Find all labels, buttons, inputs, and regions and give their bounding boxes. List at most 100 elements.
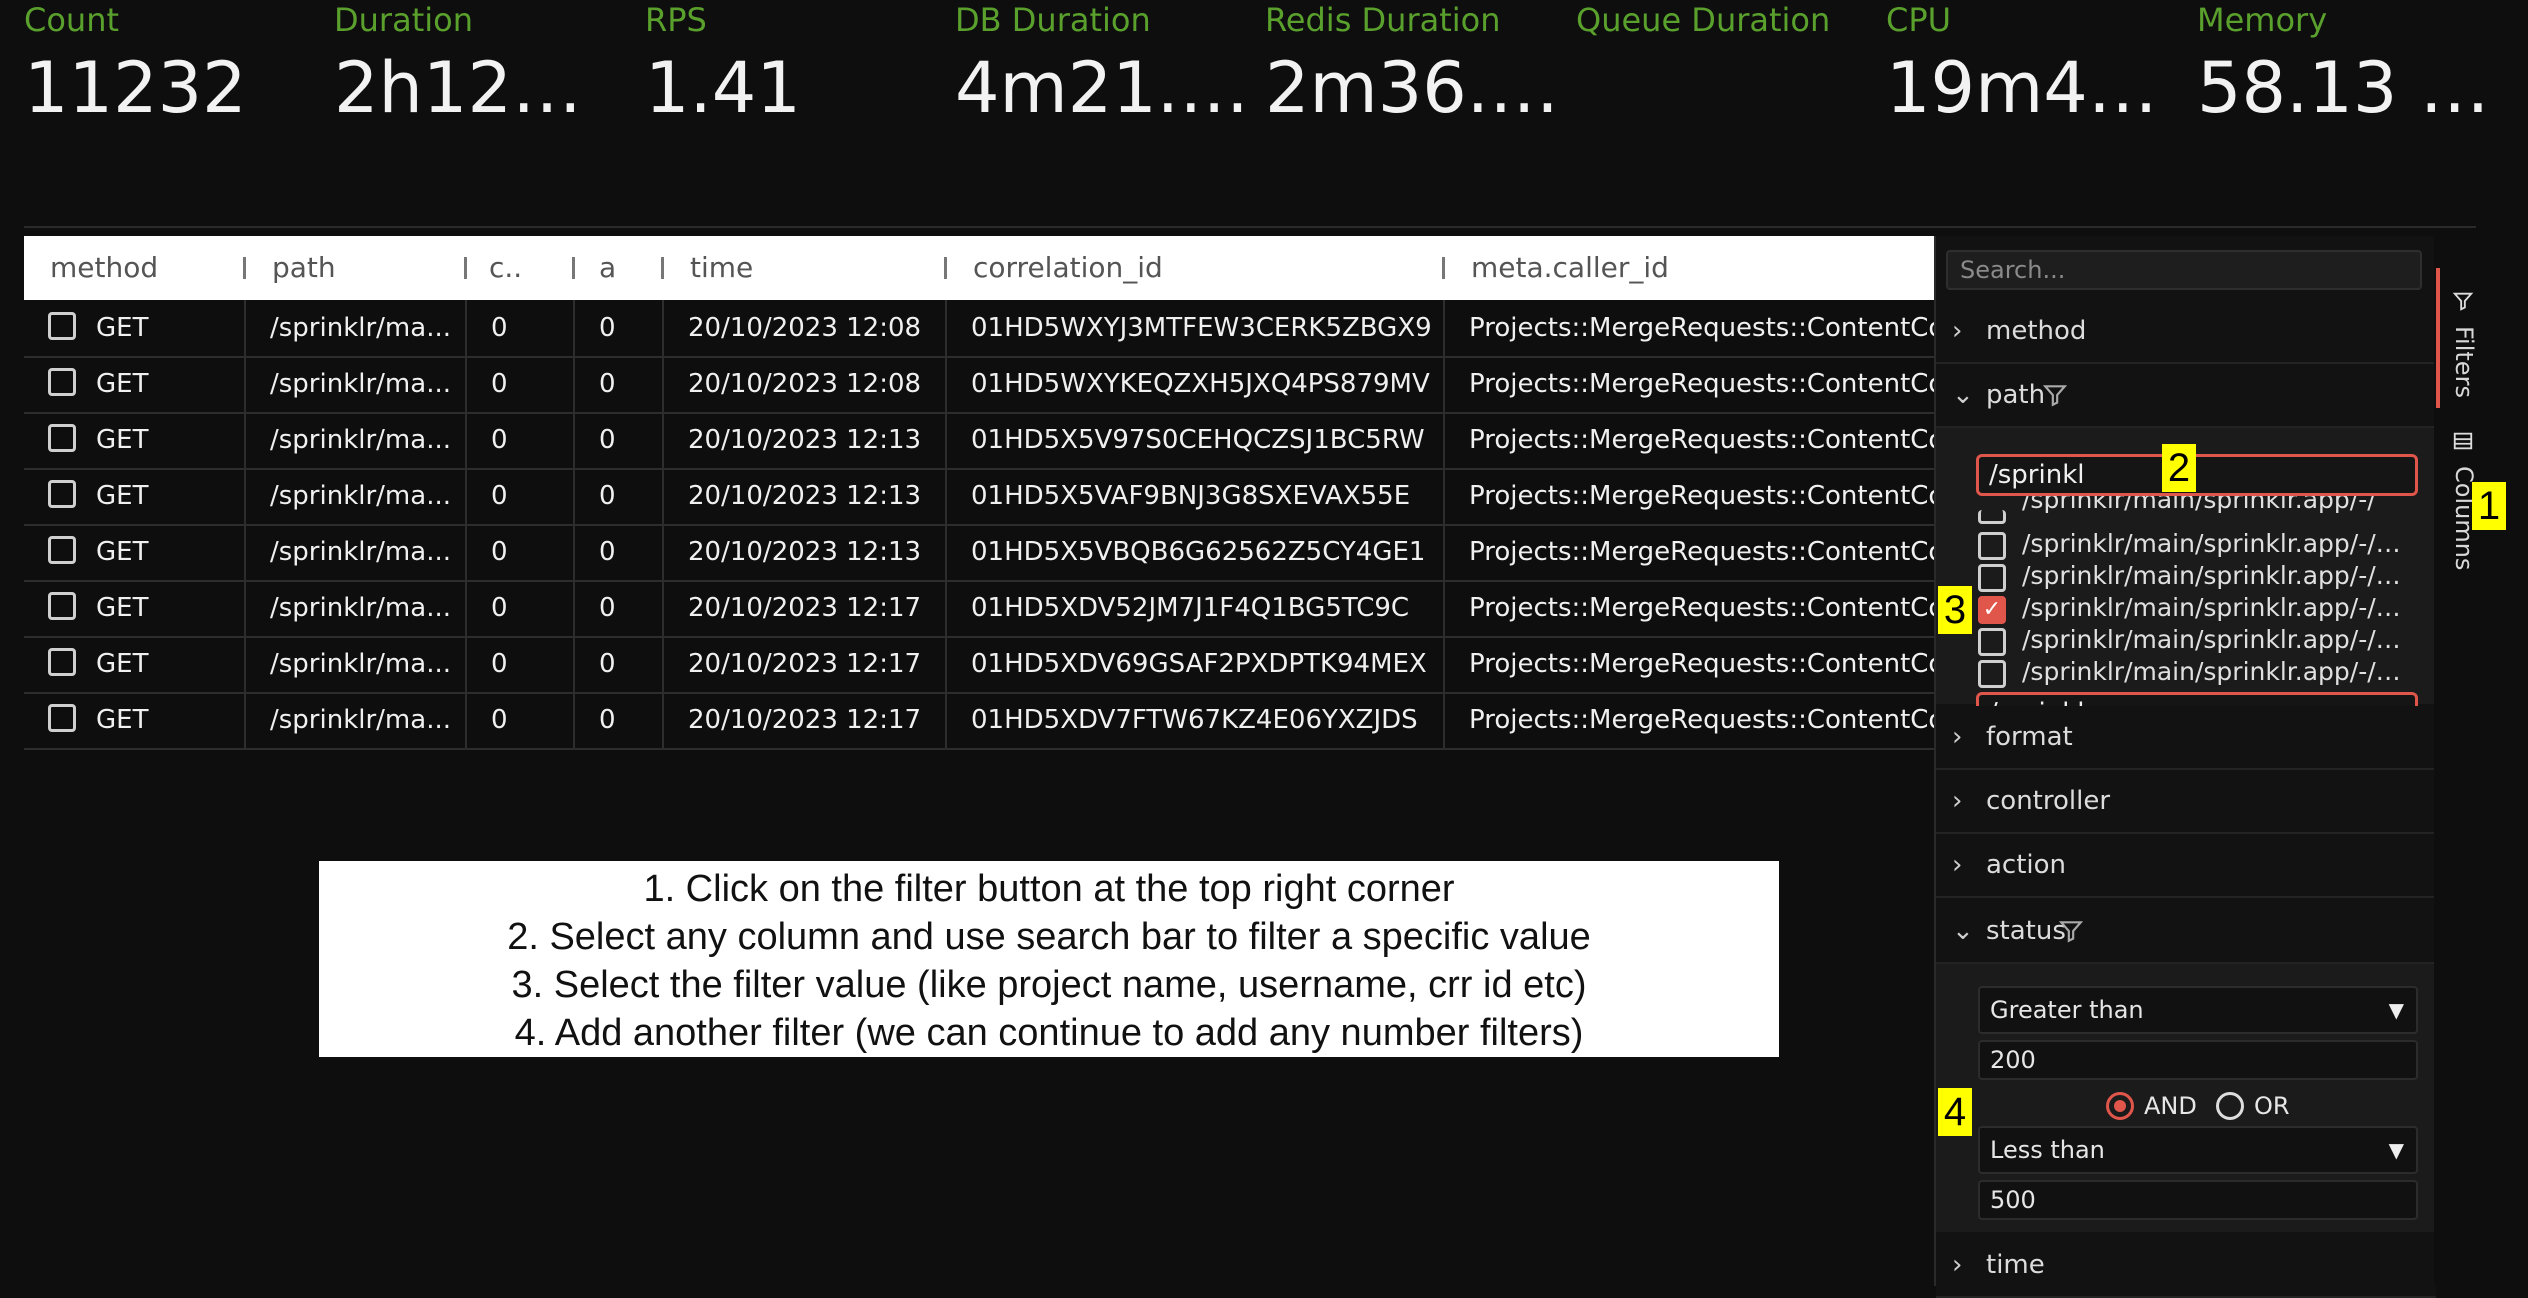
- filter-section-label: time: [1986, 1250, 2045, 1280]
- column-header-time[interactable]: time: [664, 236, 947, 300]
- filter-section-time[interactable]: › time: [1936, 1234, 2436, 1298]
- tab-filters[interactable]: Filters: [2434, 290, 2494, 420]
- status-condition-select[interactable]: Greater than ▼: [1978, 986, 2418, 1034]
- filter-search-input[interactable]: Search...: [1946, 250, 2422, 290]
- cell-text: 20/10/2023 12:13: [688, 537, 922, 567]
- stat-value: 1.41: [645, 47, 801, 129]
- cell-c: 0: [467, 524, 575, 580]
- stat-count: Count 11232: [24, 0, 324, 138]
- table-row[interactable]: GET/sprinklr/ma... 0 0 20/10/2023 12:17 01HD…: [24, 692, 1934, 750]
- cell-text: /sprinklr/ma...: [270, 593, 451, 623]
- status-value-input[interactable]: 200: [1978, 1040, 2418, 1080]
- row-checkbox[interactable]: [48, 424, 76, 452]
- filter-section-status[interactable]: ⌄ status: [1936, 900, 2436, 964]
- row-checkbox[interactable]: [48, 704, 76, 732]
- column-header-path[interactable]: path: [246, 236, 467, 300]
- cell-text: GET: [96, 313, 149, 343]
- option-checkbox[interactable]: [1978, 532, 2006, 560]
- or-radio[interactable]: [2216, 1092, 2244, 1120]
- filter-section-label: action: [1986, 850, 2067, 880]
- column-header-label: time: [690, 251, 754, 284]
- cell-method: GET: [24, 636, 246, 692]
- cell-method: GET: [24, 580, 246, 636]
- cell-text: 0: [599, 313, 616, 343]
- filter-section-action[interactable]: › action: [1936, 834, 2436, 898]
- cell-time: 20/10/2023 12:08: [664, 300, 947, 356]
- row-checkbox[interactable]: [48, 480, 76, 508]
- cell-a: 0: [575, 356, 664, 412]
- path-option-label: /sprinklr/main/sprinklr.app/-/merg...: [2022, 496, 2422, 514]
- results-table: method path c.. a time correlation_id me…: [24, 236, 1934, 1286]
- instruction-line: 4. Add another filter (we can continue t…: [514, 1012, 1584, 1054]
- cell-c: 0: [467, 580, 575, 636]
- and-radio[interactable]: [2106, 1092, 2134, 1120]
- column-header-caller-id[interactable]: meta.caller_id: [1445, 236, 1934, 300]
- path-option[interactable]: /sprinklr/main/sprinklr.app/-/merg...: [2022, 656, 2422, 688]
- table-row[interactable]: GET/sprinklr/ma... 0 0 20/10/2023 12:13 01HD…: [24, 468, 1934, 526]
- filter-section-format[interactable]: › format: [1936, 706, 2436, 770]
- option-checkbox[interactable]: [1978, 510, 2006, 524]
- cell-text: 0: [599, 537, 616, 567]
- column-header-c[interactable]: c..: [467, 236, 575, 300]
- cell-text: 0: [491, 705, 508, 735]
- path-option[interactable]: /sprinklr/main/sprinklr.app/-/merg...: [2022, 528, 2422, 560]
- chevron-down-icon: ⌄: [1952, 380, 1974, 410]
- table-row[interactable]: GET/sprinklr/ma... 0 0 20/10/2023 12:08 01HD…: [24, 356, 1934, 414]
- cell-c: 0: [467, 468, 575, 524]
- filter-section-label: format: [1986, 722, 2073, 752]
- status-condition-select-2[interactable]: Less than ▼: [1978, 1126, 2418, 1174]
- chevron-right-icon: ›: [1952, 1250, 1963, 1280]
- cell-text: /sprinklr/ma...: [270, 313, 451, 343]
- path-option-partial[interactable]: /sprinklr/main/sprinklr.app/-/merg...: [2022, 496, 2422, 514]
- path-option[interactable]: /sprinklr/main/sprinklr.app/-/merg...: [2022, 624, 2422, 656]
- cell-text: Projects::MergeRequests::ContentControl: [1469, 537, 1934, 567]
- column-header-label: method: [50, 251, 159, 284]
- filter-section-controller[interactable]: › controller: [1936, 770, 2436, 834]
- table-row[interactable]: GET/sprinklr/ma... 0 0 20/10/2023 12:13 01HD…: [24, 412, 1934, 470]
- cell-caller: Projects::MergeRequests::ContentControl: [1445, 692, 1934, 748]
- option-checkbox-checked[interactable]: ✓: [1978, 596, 2006, 624]
- cell-text: 0: [491, 593, 508, 623]
- row-checkbox[interactable]: [48, 648, 76, 676]
- table-row[interactable]: GET/sprinklr/ma... 0 0 20/10/2023 12:17 01HD…: [24, 580, 1934, 638]
- cell-text: 20/10/2023 12:08: [688, 369, 922, 399]
- table-row[interactable]: GET/sprinklr/ma... 0 0 20/10/2023 12:17 01HD…: [24, 636, 1934, 694]
- column-header-a[interactable]: a: [575, 236, 664, 300]
- path-option-selected[interactable]: /sprinklr/main/sprinklr.app/-/merg...: [2022, 592, 2422, 624]
- cell-a: 0: [575, 636, 664, 692]
- stat-value: 4m21.4s: [955, 47, 1255, 129]
- filter-section-path[interactable]: ⌄ path: [1936, 364, 2436, 428]
- cell-text: GET: [96, 593, 149, 623]
- cell-text: 0: [599, 481, 616, 511]
- column-header-method[interactable]: method: [24, 236, 246, 300]
- select-value: Greater than: [1990, 996, 2144, 1024]
- stat-label: RPS: [645, 1, 707, 39]
- cell-path: /sprinklr/ma...: [246, 636, 467, 692]
- cell-c: 0: [467, 636, 575, 692]
- cell-correlation-id: 01HD5WXYKEQZXH5JXQ4PS879MV: [947, 356, 1445, 412]
- table-row[interactable]: GET/sprinklr/ma... 0 0 20/10/2023 12:13 01HD…: [24, 524, 1934, 582]
- row-checkbox[interactable]: [48, 536, 76, 564]
- cell-correlation-id: 01HD5XDV69GSAF2PXDPTK94MEX: [947, 636, 1445, 692]
- filter-section-method[interactable]: › method: [1936, 300, 2436, 364]
- option-checkbox[interactable]: [1978, 564, 2006, 592]
- columns-icon: [2453, 432, 2473, 450]
- cell-text: Projects::MergeRequests::ContentControl: [1469, 593, 1934, 623]
- status-value-input-2[interactable]: 500: [1978, 1180, 2418, 1220]
- row-checkbox[interactable]: [48, 368, 76, 396]
- row-checkbox[interactable]: [48, 312, 76, 340]
- cell-text: 0: [491, 369, 508, 399]
- stat-value: 58.13 GB: [2197, 47, 2497, 129]
- path-filter-search[interactable]: /sprinkl: [1976, 454, 2418, 496]
- option-checkbox[interactable]: [1978, 660, 2006, 688]
- cell-text: GET: [96, 537, 149, 567]
- table-row[interactable]: GET/sprinklr/ma... 0 0 20/10/2023 12:08 01HD…: [24, 300, 1934, 358]
- option-checkbox[interactable]: [1978, 628, 2006, 656]
- row-checkbox[interactable]: [48, 592, 76, 620]
- cell-text: 01HD5WXYJ3MTFEW3CERK5ZBGX9: [971, 313, 1432, 343]
- filter-panel: Search... › method ⌄ path /sprinkl /spri…: [1934, 236, 2436, 1298]
- column-header-correlation-id[interactable]: correlation_id: [947, 236, 1445, 300]
- cell-text: 0: [599, 649, 616, 679]
- path-option[interactable]: /sprinklr/main/sprinklr.app/-/merg...: [2022, 560, 2422, 592]
- cell-path: /sprinklr/ma...: [246, 580, 467, 636]
